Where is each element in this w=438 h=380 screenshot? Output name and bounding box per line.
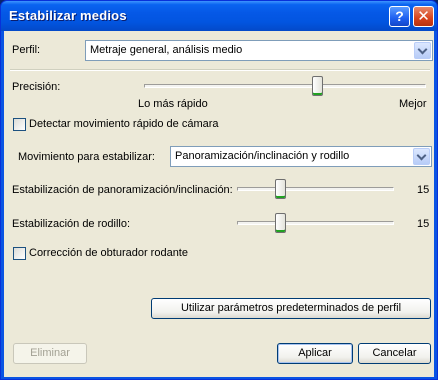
motion-label: Movimiento para estabilizar: [18, 151, 155, 163]
window-title: Estabilizar medios [9, 8, 127, 23]
motion-dropdown[interactable]: Panoramización/inclinación y rodillo [170, 146, 432, 167]
profile-value: Metraje general, análisis medio [90, 44, 243, 56]
precision-label: Precisión: [12, 81, 61, 93]
precision-max-label: Mejor [399, 98, 427, 110]
pan-tilt-slider-thumb[interactable] [274, 179, 286, 199]
fast-motion-label[interactable]: Detectar movimiento rápido de cámara [29, 118, 219, 130]
divider [10, 69, 430, 71]
pan-tilt-label: Estabilización de panoramización/inclina… [12, 184, 233, 196]
profile-label: Perfil: [12, 44, 41, 56]
close-icon[interactable]: ✕ [413, 6, 434, 27]
stabilize-media-dialog: Estabilizar medios ? ✕ Perfil: Metraje g… [0, 0, 438, 380]
use-profile-defaults-button[interactable]: Utilizar parámetros predeterminados de p… [151, 298, 431, 319]
rolling-shutter-checkbox[interactable] [13, 247, 26, 260]
rolling-shutter-label[interactable]: Corrección de obturador rodante [29, 247, 188, 259]
apply-button[interactable]: Aplicar [277, 343, 353, 364]
title-bar[interactable]: Estabilizar medios ? ✕ [1, 1, 437, 31]
dialog-body: Perfil: Metraje general, análisis medio … [4, 31, 434, 377]
remove-button[interactable]: Eliminar [13, 343, 87, 364]
roll-value: 15 [417, 218, 430, 230]
chevron-down-icon[interactable] [413, 148, 430, 165]
roll-slider-thumb[interactable] [274, 213, 286, 233]
cancel-button[interactable]: Cancelar [358, 343, 431, 364]
fast-motion-checkbox[interactable] [13, 118, 26, 131]
roll-slider-track[interactable] [237, 221, 394, 225]
precision-slider-track[interactable] [144, 84, 426, 88]
pan-tilt-slider-track[interactable] [237, 187, 394, 191]
roll-label: Estabilización de rodillo: [12, 218, 131, 230]
chevron-down-icon[interactable] [414, 42, 431, 59]
precision-min-label: Lo más rápido [138, 98, 208, 110]
pan-tilt-value: 15 [417, 184, 430, 196]
motion-value: Panoramización/inclinación y rodillo [175, 150, 350, 162]
profile-dropdown[interactable]: Metraje general, análisis medio [85, 40, 433, 61]
precision-slider-thumb[interactable] [312, 76, 324, 96]
help-icon[interactable]: ? [389, 6, 410, 27]
